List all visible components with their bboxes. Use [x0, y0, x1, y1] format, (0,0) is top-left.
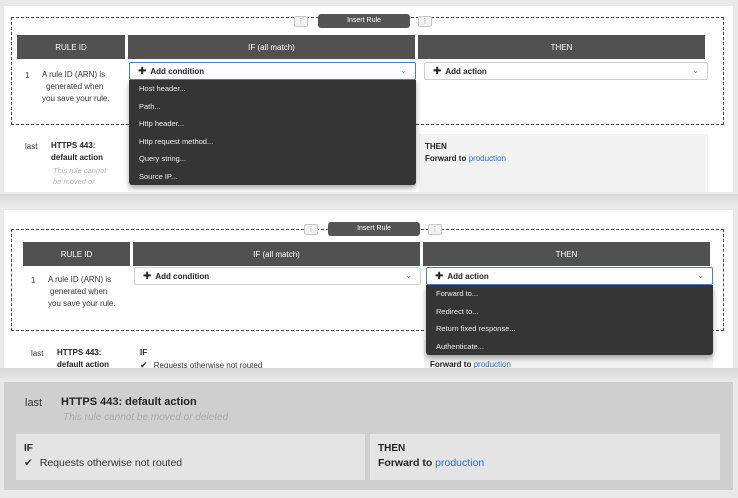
rules-editor-panel-1: ⋮ Insert Rule ⋮ RULE ID IF (all match) T…	[4, 6, 733, 192]
rule-id-column-header: RULE ID	[17, 35, 125, 59]
condition-option-http-request-method[interactable]: Http request method...	[129, 133, 416, 151]
add-action-label: Add action	[445, 66, 487, 76]
default-rule-position: last	[31, 349, 44, 358]
default-rule-title: HTTPS 443: default action	[61, 396, 197, 408]
section-divider	[0, 194, 738, 206]
if-condition-text: ✔ Requests otherwise not routed	[140, 359, 262, 368]
rules-editor-panel-2: ⋮ Insert Rule ⋮ RULE ID IF (all match) T…	[4, 210, 733, 368]
arn-note-line-1: A rule ID (ARN) is	[48, 275, 112, 284]
insert-handle-left-icon[interactable]: ⋮	[304, 224, 318, 235]
plus-icon: ✚	[435, 270, 444, 282]
then-column-header: THEN	[423, 242, 710, 266]
insert-rule-control: ⋮ Insert Rule ⋮	[294, 14, 434, 28]
arn-note-line-2: generated when	[50, 287, 108, 296]
plus-icon: ✚	[138, 65, 147, 77]
target-group-link[interactable]: production	[474, 360, 511, 368]
forward-to-text: Forward to production	[425, 153, 506, 165]
rule-number: 1	[25, 71, 30, 80]
target-group-link[interactable]: production	[435, 457, 484, 469]
plus-icon: ✚	[433, 65, 442, 77]
checkmark-icon: ✔	[24, 457, 33, 469]
condition-option-query-string[interactable]: Query string...	[129, 150, 416, 168]
default-rule-title-line-2: default action	[57, 360, 110, 368]
default-rule-then-cell: THEN Forward to production	[419, 134, 708, 192]
target-group-link[interactable]: production	[469, 154, 506, 163]
rules-table-header: RULE ID IF (all match) THEN	[23, 242, 714, 266]
rules-table-header: RULE ID IF (all match) THEN	[17, 35, 708, 59]
action-option-redirect-to[interactable]: Redirect to...	[426, 303, 713, 321]
arn-note-line-2: generated when	[46, 82, 104, 91]
condition-option-host-header[interactable]: Host header...	[129, 80, 416, 98]
condition-option-path[interactable]: Path...	[129, 98, 416, 116]
default-rule-note-line-1: This rule cannot	[53, 166, 107, 175]
insert-handle-right-icon[interactable]: ⋮	[418, 16, 432, 27]
default-rule-then-cell: THEN Forward to production	[370, 434, 720, 480]
rule-id-column-header: RULE ID	[23, 242, 130, 266]
if-condition-label: Requests otherwise not routed	[153, 361, 263, 368]
default-rule-if-cell: IF ✔ Requests otherwise not routed	[16, 434, 365, 480]
insert-handle-left-icon[interactable]: ⋮	[294, 16, 308, 27]
condition-dropdown-menu: Host header... Path... Http header... Ht…	[129, 80, 416, 185]
default-rule-zoom-panel: last HTTPS 443: default action This rule…	[4, 382, 733, 490]
plus-icon: ✚	[143, 270, 152, 282]
arn-note-line-1: A rule ID (ARN) is	[42, 70, 106, 79]
rule-number: 1	[31, 276, 36, 285]
default-rule-title-line-1: HTTPS 443:	[57, 348, 102, 357]
then-label: THEN	[425, 142, 447, 151]
default-rule-note: This rule cannot be moved or deleted	[63, 412, 229, 423]
arn-note-line-3: you save your rule.	[48, 299, 116, 308]
condition-option-source-ip[interactable]: Source IP...	[129, 168, 416, 186]
forward-to-text: Forward to production	[378, 457, 484, 469]
condition-option-http-header[interactable]: Http header...	[129, 115, 416, 133]
chevron-down-icon: ⌄	[400, 66, 407, 75]
then-label: THEN	[378, 443, 406, 454]
default-rule-position: last	[25, 142, 38, 151]
action-option-return-fixed-response[interactable]: Return fixed response...	[426, 320, 713, 338]
add-action-select[interactable]: ✚ Add action ⌄	[426, 267, 713, 285]
chevron-down-icon: ⌄	[692, 66, 699, 75]
forward-to-text: Forward to production	[430, 359, 511, 368]
if-label: IF	[140, 348, 148, 357]
add-action-label: Add action	[447, 271, 489, 281]
chevron-down-icon: ⌄	[697, 271, 704, 280]
action-option-authenticate[interactable]: Authenticate...	[426, 338, 713, 356]
insert-rule-button[interactable]: Insert Rule	[318, 14, 410, 28]
section-divider	[0, 368, 738, 382]
default-rule-note-line-2: be moved or	[53, 177, 95, 186]
add-condition-label: Add condition	[155, 271, 210, 281]
forward-to-label: Forward to	[378, 457, 433, 469]
arn-note-line-3: you save your rule.	[42, 94, 110, 103]
insert-rule-control: ⋮ Insert Rule ⋮	[304, 222, 444, 236]
add-condition-select[interactable]: ✚ Add condition ⌄	[129, 62, 416, 80]
default-rule-position: last	[25, 397, 43, 409]
checkmark-icon: ✔	[140, 360, 148, 368]
add-condition-select[interactable]: ✚ Add condition ⌄	[134, 267, 421, 285]
action-dropdown-menu: Forward to... Redirect to... Return fixe…	[426, 285, 713, 355]
action-option-forward-to[interactable]: Forward to...	[426, 285, 713, 303]
insert-rule-button[interactable]: Insert Rule	[328, 222, 420, 236]
add-action-select[interactable]: ✚ Add action ⌄	[424, 62, 708, 80]
forward-to-label: Forward to	[425, 154, 467, 163]
add-condition-label: Add condition	[150, 66, 205, 76]
if-label: IF	[24, 443, 33, 454]
default-rule-title-line-2: default action	[51, 153, 104, 162]
chevron-down-icon: ⌄	[405, 271, 412, 280]
if-column-header: IF (all match)	[133, 242, 420, 266]
insert-handle-right-icon[interactable]: ⋮	[428, 224, 442, 235]
then-column-header: THEN	[418, 35, 705, 59]
default-rule-title-line-1: HTTPS 443:	[51, 141, 96, 150]
if-condition-label: Requests otherwise not routed	[39, 457, 183, 469]
if-condition-text: ✔ Requests otherwise not routed	[24, 457, 182, 469]
if-column-header: IF (all match)	[128, 35, 415, 59]
forward-to-label: Forward to	[430, 360, 472, 368]
